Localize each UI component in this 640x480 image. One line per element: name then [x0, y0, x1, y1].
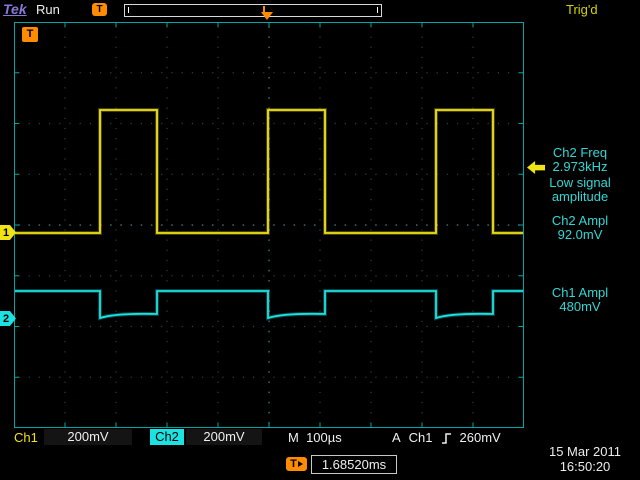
trigger-status: Trig'd — [566, 2, 598, 17]
ch2-freq-value: 2.973kHz — [524, 160, 636, 174]
record-window-right-tick — [377, 7, 378, 13]
date-value: 15 Mar 2011 — [534, 444, 636, 459]
graticule: T — [14, 22, 524, 428]
delay-t-label: T — [290, 458, 297, 470]
datetime-readout: 15 Mar 2011 16:50:20 — [534, 444, 636, 474]
ch1-scale-value: 200mV — [44, 429, 132, 445]
ch2-ampl-value: 92.0mV — [524, 228, 636, 242]
delay-value: 1.68520ms — [311, 455, 397, 474]
oscilloscope-screen: Tek Run T Trig'd T 1 2 Ch2 Freq 2.973kHz… — [0, 0, 640, 480]
ch1-ampl-readout: Ch1 Ampl 480mV — [524, 286, 636, 314]
ch2-freq-label: Ch2 Freq — [524, 146, 636, 160]
record-window-left-tick — [128, 7, 129, 13]
ch1-scale-label: Ch1 — [14, 430, 38, 446]
trigger-source: Ch1 — [409, 430, 433, 446]
waveform-display — [14, 22, 524, 428]
delay-arrow-icon — [298, 461, 303, 467]
trigger-t-icon: T — [92, 3, 107, 16]
warning-line2: amplitude — [524, 190, 636, 204]
trigger-level-value: 260mV — [460, 430, 501, 446]
ch2-freq-readout: Ch2 Freq 2.973kHz — [524, 146, 636, 174]
trigger-readout: A Ch1 260mV — [392, 430, 501, 446]
trigger-time-flag-icon: T — [22, 27, 38, 42]
time-value: 16:50:20 — [534, 459, 636, 474]
ch1-ampl-label: Ch1 Ampl — [524, 286, 636, 300]
ch1-ampl-value: 480mV — [524, 300, 636, 314]
ch2-ampl-label: Ch2 Ampl — [524, 214, 636, 228]
ch2-scale-value: 200mV — [186, 429, 262, 445]
ch2-ampl-readout: Ch2 Ampl 92.0mV — [524, 214, 636, 242]
trigger-mode-label: A — [392, 430, 401, 446]
trigger-position-arrow-icon — [261, 12, 273, 20]
timebase-readout: M 100µs — [288, 430, 342, 446]
ch2-scale-label: Ch2 — [150, 429, 184, 445]
timebase-value: 100µs — [306, 430, 342, 445]
delay-trigger-icon: T — [286, 457, 307, 471]
acquisition-status: Run — [36, 2, 60, 17]
timebase-label: M — [288, 430, 299, 445]
record-view-bar — [124, 4, 382, 17]
low-signal-warning: Low signal amplitude — [524, 176, 636, 204]
warning-line1: Low signal — [524, 176, 636, 190]
tek-logo: Tek — [3, 1, 27, 17]
rising-slope-icon — [441, 432, 452, 445]
